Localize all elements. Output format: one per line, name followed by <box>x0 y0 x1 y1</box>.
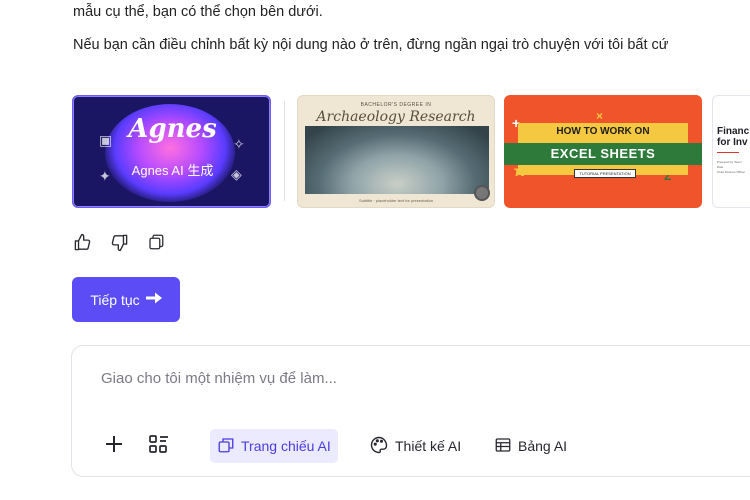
table-icon <box>494 436 512 457</box>
archaeology-kicker: BACHELOR'S DEGREE IN <box>360 102 432 108</box>
thumbs-up-icon[interactable] <box>72 232 92 252</box>
tool-ai-sheet[interactable]: Bảng AI <box>487 429 574 463</box>
finance-title: Financ for Inv <box>717 126 749 148</box>
template-card-agnes[interactable]: ▣ ✦ ✧ ◈ Agnes Agnes AI 生成 <box>72 95 271 208</box>
message-line-1: mẫu cụ thể, bạn có thể chọn bên dưới. <box>73 4 323 20</box>
thumbs-down-icon[interactable] <box>109 232 129 252</box>
card-divider <box>284 101 285 201</box>
apps-grid-icon <box>148 434 170 459</box>
magnifier-icon <box>474 185 490 201</box>
continue-button[interactable]: Tiếp tục <box>72 277 180 322</box>
multiply-icon: × <box>596 109 604 123</box>
ai-slides-chip[interactable]: Trang chiếu AI <box>210 429 338 463</box>
ai-sheet-label: Bảng AI <box>518 438 568 454</box>
message-line-2: Nếu bạn cần điều chỉnh bất kỳ nội dung n… <box>73 37 669 53</box>
composer: Trang chiếu AI Thiết kế AI Bảng AI <box>71 345 750 477</box>
globe-image <box>305 126 489 194</box>
copy-icon[interactable] <box>146 232 166 252</box>
tools-menu-button[interactable] <box>146 429 172 463</box>
excel-subtitle: EXCEL SHEETS <box>550 146 656 161</box>
finance-meta-line-3: Chief Finance Officer <box>717 170 746 174</box>
agnes-logo: Agnes <box>128 114 217 144</box>
palette-icon <box>369 435 389 458</box>
finance-meta: Prepared by Team Date Chief Finance Offi… <box>717 160 745 175</box>
tool-ai-slides[interactable]: Trang chiếu AI <box>210 429 338 463</box>
plus-icon <box>104 434 124 459</box>
finance-title-line-1: Financ <box>717 126 750 137</box>
ai-sheet-chip[interactable]: Bảng AI <box>487 429 574 463</box>
arrow-right-icon <box>145 291 162 308</box>
add-attachment-button[interactable] <box>101 429 127 463</box>
finance-accent-line <box>717 152 739 153</box>
template-card-excel[interactable]: + × π Σ HOW TO WORK ON EXCEL SHEETS TUTO… <box>504 95 702 208</box>
finance-title-line-2: for Inv <box>717 137 748 148</box>
archaeology-title: Archaeology Research <box>316 109 476 125</box>
task-input[interactable] <box>101 367 701 389</box>
ai-design-chip[interactable]: Thiết kế AI <box>362 429 468 463</box>
agnes-subtitle: Agnes AI 生成 <box>131 163 214 178</box>
template-card-finance[interactable]: Financ for Inv Prepared by Team Date Chi… <box>712 95 750 208</box>
tool-ai-design[interactable]: Thiết kế AI <box>362 429 468 463</box>
template-card-archaeology[interactable]: BACHELOR'S DEGREE IN Archaeology Researc… <box>297 95 495 208</box>
excel-tag: TUTORIAL PRESENTATION <box>574 169 636 178</box>
template-carousel: ▣ ✦ ✧ ◈ Agnes Agnes AI 生成 BACHELOR'S DEG… <box>72 95 750 208</box>
ai-design-label: Thiết kế AI <box>395 438 462 454</box>
continue-label: Tiếp tục <box>90 291 140 308</box>
ai-slides-label: Trang chiếu AI <box>241 438 331 454</box>
excel-title: HOW TO WORK ON <box>556 126 650 137</box>
slides-icon <box>217 436 235 457</box>
archaeology-footer: Subtitle · placeholder text for presenta… <box>358 198 434 203</box>
